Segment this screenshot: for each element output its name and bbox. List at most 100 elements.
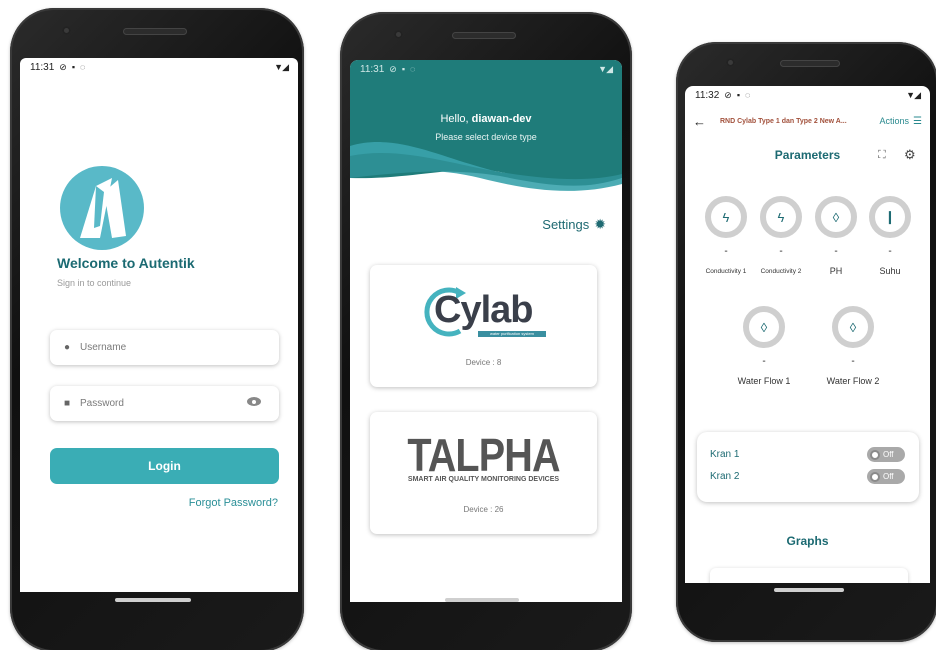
sim-icon: ▪ [71,62,76,72]
phone-frame-parameters: 11:32 ⊘ ▪ ◌ ▼◢ ← RND Cylab Type 1 dan Ty… [676,42,936,642]
cylab-logo-text: Cylab [434,289,533,331]
select-type-subtitle: Please select device type [435,132,537,142]
device-card-talpha[interactable]: TALPHA SMART AIR QUALITY MONITORING DEVI… [370,412,597,534]
sim-icon: ▪ [736,90,741,100]
home-indicator [774,588,844,592]
signal-icon: ▼◢ [906,89,921,100]
eye-icon[interactable] [247,397,261,406]
device-title: RND Cylab Type 1 dan Type 2 New A... [720,117,847,125]
sync-icon: ◌ [80,62,86,72]
signal-icon: ▼◢ [274,61,289,72]
app-bar: ← RND Cylab Type 1 dan Type 2 New A... A… [685,110,930,132]
status-time: 11:31 [30,61,55,73]
person-icon: ● [63,342,71,353]
greeting-username: diawan-dev [471,113,532,125]
status-time: 11:32 [695,89,720,101]
gauge-value: - [834,246,838,257]
front-camera [394,30,403,39]
shield-icon: ⊘ [389,63,397,74]
valve-toggle[interactable]: Off [867,469,905,484]
gauge-conductivity-2: ϟ [760,196,802,238]
status-bar: 11:31 ⊘ ▪ ◌ ▼◢ [350,60,622,78]
shield-icon: ⊘ [724,89,732,100]
toggle-knob [870,449,880,460]
header-wave [350,60,622,191]
talpha-logo-text: TALPHA [407,429,560,481]
status-bar: 11:31 ⊘ ▪ ◌ ▼◢ [20,58,298,76]
bolt-icon: ϟ [777,209,785,225]
device-count: Device : 8 [465,358,502,367]
sync-icon: ◌ [745,90,751,100]
earpiece-speaker [780,60,840,67]
home-indicator [445,598,519,602]
password-field[interactable]: ■ Password [50,386,279,421]
gauge-label: PH [829,266,843,276]
signin-subtitle: Sign in to continue [57,278,132,288]
lock-icon: ■ [63,398,71,409]
actions-menu-button[interactable]: Actions ☰ [880,116,922,127]
gauge-label: Conductivity 2 [760,268,802,275]
valve-name: Kran 1 [710,449,740,460]
gauge-value: - [851,356,855,367]
gauge-label: Water Flow 1 [737,376,791,386]
gauge-value: - [762,356,766,367]
bolt-icon: ϟ [722,209,730,225]
gauge-conductivity-1: ϟ [705,196,747,238]
device-card-cylab[interactable]: Cylab water purification system Device :… [370,265,597,387]
settings-button[interactable]: Settings ✹ [542,216,606,233]
phone-frame-devices: 11:31 ⊘ ▪ ◌ ▼◢ Hello, diawan-dev Please … [340,12,632,650]
valve-name: Kran 2 [710,471,740,482]
login-screen: 11:31 ⊘ ▪ ◌ ▼◢ Welcome to Autentik Sign … [20,58,298,592]
gauge-label: Conductivity 1 [705,268,747,275]
back-arrow-icon[interactable]: ← [693,114,706,129]
signal-icon: ▼◢ [598,63,613,74]
gauge-water-flow-2: ◊ [832,306,874,348]
gauge-water-flow-1: ◊ [743,306,785,348]
forgot-password-link[interactable]: Forgot Password? [189,497,278,509]
shield-icon: ⊘ [59,61,67,72]
autentik-logo [60,166,144,250]
username-field[interactable]: ● Username [50,330,279,365]
actions-label: Actions [879,116,910,126]
gauge-label: Water Flow 2 [826,376,880,386]
gauge-value: - [724,246,728,257]
username-placeholder: Username [80,342,127,353]
drop-icon: ◊ [832,209,840,225]
status-time: 11:31 [360,63,385,75]
graph-card [710,568,908,583]
fullscreen-icon[interactable]: ⛶ [878,149,886,162]
toggle-state: Off [883,450,894,459]
earpiece-speaker [452,32,516,39]
gauge-value: - [888,246,892,257]
status-bar: 11:32 ⊘ ▪ ◌ ▼◢ [685,86,930,104]
sim-icon: ▪ [401,64,406,74]
drop-icon: ◊ [760,319,768,335]
gauge-value: - [779,246,783,257]
parameters-screen: 11:32 ⊘ ▪ ◌ ▼◢ ← RND Cylab Type 1 dan Ty… [685,86,930,583]
gauge-suhu: ❙ [869,196,911,238]
gear-icon[interactable]: ⚙ [904,147,916,163]
earpiece-speaker [123,28,187,35]
list-icon: ☰ [913,115,922,127]
graphs-title: Graphs [786,534,829,548]
toggle-knob [870,471,880,482]
parameters-title: Parameters [774,148,841,162]
device-count: Device : 26 [463,505,504,514]
greeting-text: Hello, [440,113,469,125]
sync-icon: ◌ [410,64,416,74]
cylab-logo-subtitle: water purification system [478,331,546,337]
settings-label: Settings [542,217,590,232]
toggle-state: Off [883,472,894,481]
welcome-title: Welcome to Autentik [57,255,195,271]
drop-icon: ◊ [849,319,857,335]
gauge-label: Suhu [879,266,901,276]
login-button[interactable]: Login [50,448,279,484]
valve-toggle[interactable]: Off [867,447,905,462]
phone-frame-login: 11:31 ⊘ ▪ ◌ ▼◢ Welcome to Autentik Sign … [10,8,304,650]
device-select-screen: 11:31 ⊘ ▪ ◌ ▼◢ Hello, diawan-dev Please … [350,60,622,602]
valve-card: Kran 1 Off Kran 2 Off [697,432,919,502]
front-camera [726,58,735,67]
home-indicator [115,598,191,602]
front-camera [62,26,71,35]
gear-icon: ✹ [594,216,606,232]
